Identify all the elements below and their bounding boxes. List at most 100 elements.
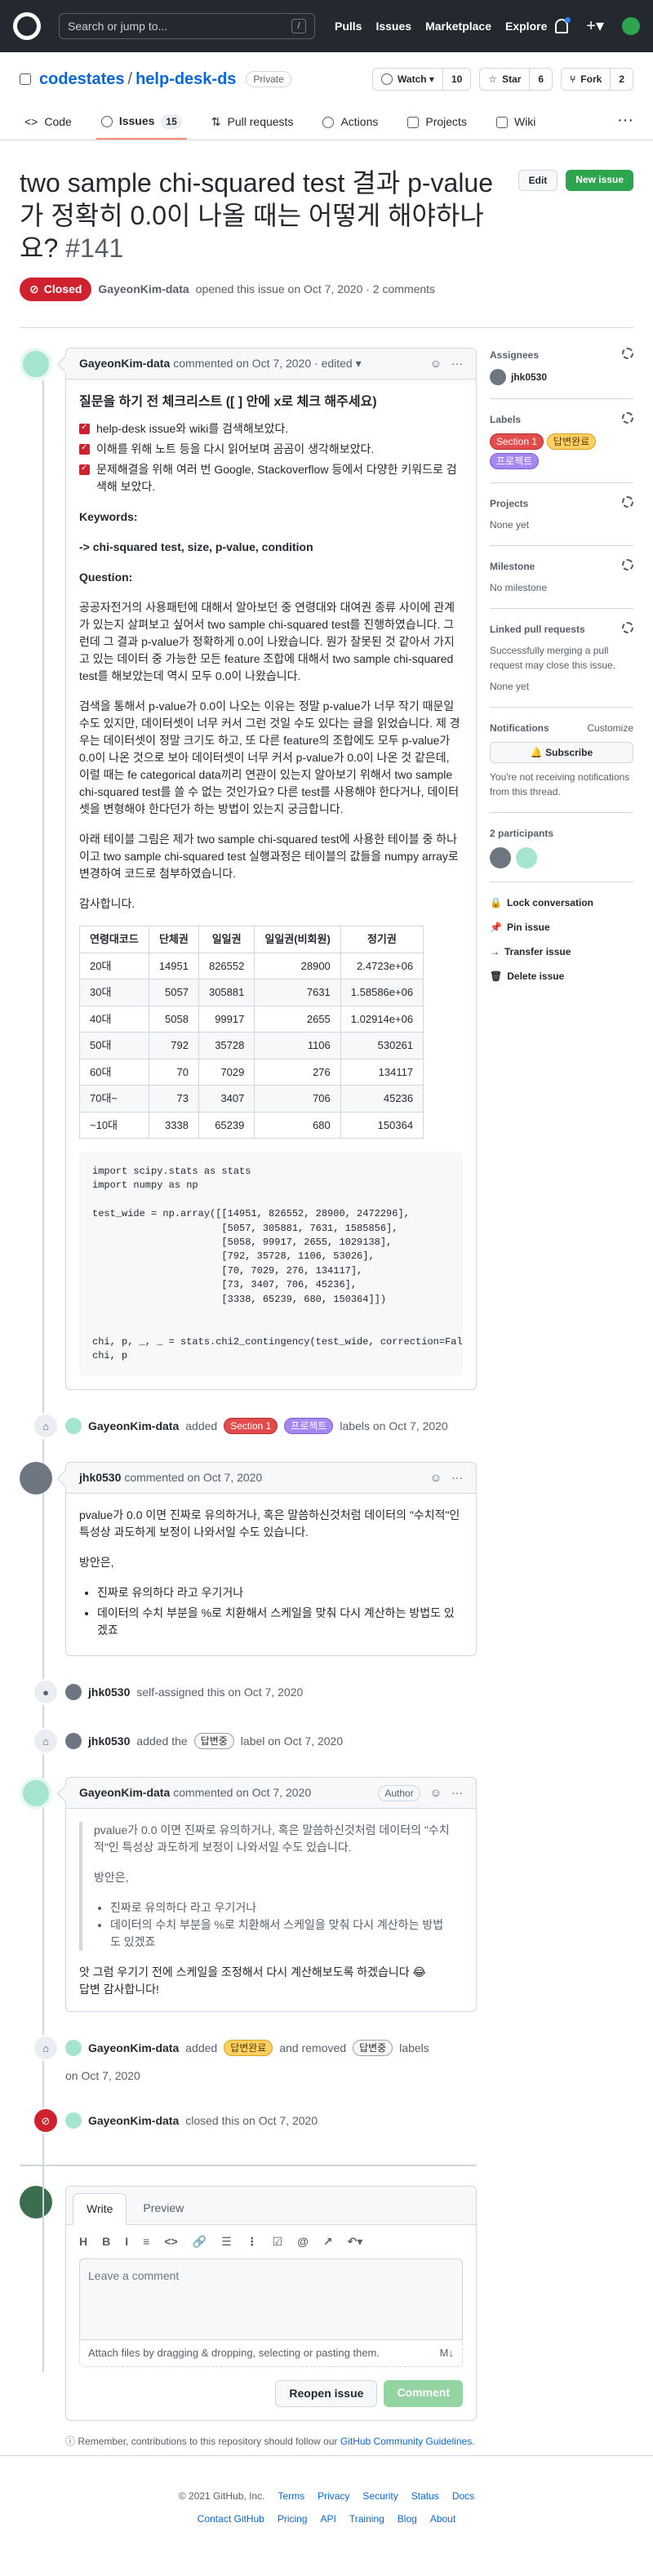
search-input[interactable]: Search or jump to... / <box>59 13 315 39</box>
actor-avatar[interactable] <box>65 1418 82 1435</box>
assignee-name[interactable]: jhk0530 <box>511 370 547 384</box>
actor-avatar[interactable] <box>65 2112 82 2130</box>
projects-title[interactable]: Projects <box>490 496 528 511</box>
checkbox-checked-icon[interactable] <box>79 462 90 475</box>
bold-icon[interactable]: B <box>102 2233 110 2250</box>
avatar[interactable] <box>20 1462 52 1495</box>
reopen-issue-button[interactable]: Reopen issue <box>275 2379 378 2407</box>
tab-issues[interactable]: Issues 15 <box>96 106 187 140</box>
avatar[interactable] <box>20 1777 52 1810</box>
comment-meta[interactable]: commented on Oct 7, 2020 <box>124 1469 262 1486</box>
footer-link-pricing[interactable]: Pricing <box>278 2512 308 2526</box>
comment-author[interactable]: jhk0530 <box>79 1469 121 1486</box>
comment-textarea[interactable]: Leave a comment <box>79 2258 463 2341</box>
user-avatar[interactable] <box>622 17 640 35</box>
bullet-list-icon[interactable]: ☰ <box>221 2233 232 2250</box>
gear-icon[interactable] <box>622 622 633 633</box>
footer-link-terms[interactable]: Terms <box>278 2489 304 2503</box>
issue-opener[interactable]: GayeonKim-data <box>98 281 189 298</box>
participant-avatar[interactable] <box>516 847 537 868</box>
heading-icon[interactable]: H <box>79 2233 87 2250</box>
footer-link-status[interactable]: Status <box>411 2489 439 2503</box>
fork-button[interactable]: ⑂ Fork 2 <box>561 68 633 91</box>
tab-pull-requests[interactable]: ⇅ Pull requests <box>207 107 299 139</box>
label-answering[interactable]: 답변중 <box>353 2040 393 2057</box>
gear-icon[interactable] <box>622 348 633 359</box>
comment-author[interactable]: GayeonKim-data <box>79 355 170 372</box>
fork-count[interactable]: 2 <box>610 69 633 90</box>
actor-avatar[interactable] <box>65 1684 82 1701</box>
label-answered[interactable]: 답변완료 <box>224 2040 273 2057</box>
tab-write[interactable]: Write <box>73 2193 127 2226</box>
milestone-title[interactable]: Milestone <box>490 559 535 574</box>
linked-title[interactable]: Linked pull requests <box>490 622 585 637</box>
checkbox-checked-icon[interactable] <box>79 421 90 434</box>
smiley-icon[interactable]: ☺ <box>430 1784 442 1801</box>
participant-avatar[interactable] <box>490 847 511 868</box>
lock-conversation-button[interactable]: 🔒 Lock conversation <box>490 895 633 910</box>
task-list-icon[interactable]: ☑ <box>273 2233 283 2250</box>
gear-icon[interactable] <box>622 559 633 571</box>
watch-button[interactable]: Watch ▾ 10 <box>372 68 472 91</box>
avatar[interactable] <box>20 348 52 380</box>
smiley-icon[interactable]: ☺ <box>430 1469 442 1486</box>
nav-explore[interactable]: Explore <box>505 18 547 35</box>
checkbox-checked-icon[interactable] <box>79 442 90 455</box>
star-count[interactable]: 6 <box>529 69 552 90</box>
tab-preview[interactable]: Preview <box>130 2193 197 2224</box>
label-section-1[interactable]: Section 1 <box>490 433 544 450</box>
nav-marketplace[interactable]: Marketplace <box>425 18 491 35</box>
delete-issue-button[interactable]: 🗑 Delete issue <box>490 969 633 984</box>
comment-author[interactable]: GayeonKim-data <box>79 1784 170 1801</box>
label-project[interactable]: 프로젝트 <box>490 453 540 469</box>
transfer-issue-button[interactable]: → Transfer issue <box>490 944 633 959</box>
create-new-icon[interactable]: +▾ <box>586 14 604 38</box>
footer-link-blog[interactable]: Blog <box>398 2512 417 2526</box>
github-logo-icon[interactable] <box>13 12 41 40</box>
notification-bell-icon[interactable] <box>555 17 571 33</box>
pin-issue-button[interactable]: 📌 Pin issue <box>490 920 633 935</box>
tab-projects[interactable]: Projects <box>402 107 472 139</box>
more-tabs-icon[interactable]: ··· <box>617 108 633 139</box>
nav-issues[interactable]: Issues <box>375 18 411 35</box>
comment-button[interactable]: Comment <box>384 2379 463 2407</box>
label-section-1[interactable]: Section 1 <box>224 1418 278 1435</box>
actor-avatar[interactable] <box>65 1733 82 1750</box>
new-issue-button[interactable]: New issue <box>566 170 633 191</box>
edit-title-button[interactable]: Edit <box>518 170 558 191</box>
attach-files-area[interactable]: Attach files by dragging & dropping, sel… <box>79 2340 463 2367</box>
gear-icon[interactable] <box>622 412 633 424</box>
italic-icon[interactable]: I <box>125 2233 128 2250</box>
customize-link[interactable]: Customize <box>587 721 633 735</box>
guidelines-link[interactable]: GitHub Community Guidelines. <box>340 2436 475 2447</box>
footer-link-security[interactable]: Security <box>362 2489 398 2503</box>
reference-icon[interactable]: ↗ <box>323 2233 333 2250</box>
avatar[interactable] <box>20 2186 52 2219</box>
quote-icon[interactable]: ≡ <box>143 2233 149 2250</box>
code-icon[interactable]: <> <box>164 2233 177 2250</box>
watch-count[interactable]: 10 <box>442 69 470 90</box>
event-actor[interactable]: jhk0530 <box>88 1733 130 1750</box>
repo-owner[interactable]: codestates <box>39 67 125 91</box>
footer-link-privacy[interactable]: Privacy <box>318 2489 349 2503</box>
kebab-menu-icon[interactable]: ··· <box>451 355 463 372</box>
event-actor[interactable]: GayeonKim-data <box>88 1418 179 1435</box>
reply-icon[interactable]: ↶▾ <box>348 2233 363 2250</box>
link-icon[interactable]: 🔗 <box>193 2233 207 2250</box>
label-answering[interactable]: 답변중 <box>193 1733 234 1750</box>
comment-meta[interactable]: commented on Oct 7, 2020 · edited ▾ <box>173 355 361 372</box>
event-actor[interactable]: jhk0530 <box>88 1684 130 1701</box>
numbered-list-icon[interactable]: ⋮ <box>247 2233 258 2250</box>
kebab-menu-icon[interactable]: ··· <box>451 1784 463 1801</box>
nav-pulls[interactable]: Pulls <box>335 18 362 35</box>
star-button[interactable]: ☆ Star 6 <box>479 68 553 91</box>
footer-link-about[interactable]: About <box>430 2512 455 2526</box>
footer-link-api[interactable]: API <box>321 2512 336 2526</box>
assignee-avatar[interactable] <box>490 369 506 385</box>
footer-link-contact[interactable]: Contact GitHub <box>198 2512 264 2526</box>
repo-name[interactable]: help-desk-ds <box>135 67 236 91</box>
smiley-icon[interactable]: ☺ <box>430 355 442 372</box>
tab-actions[interactable]: Actions <box>318 107 383 139</box>
label-answered[interactable]: 답변완료 <box>547 433 597 450</box>
tab-code[interactable]: <> Code <box>20 107 77 139</box>
